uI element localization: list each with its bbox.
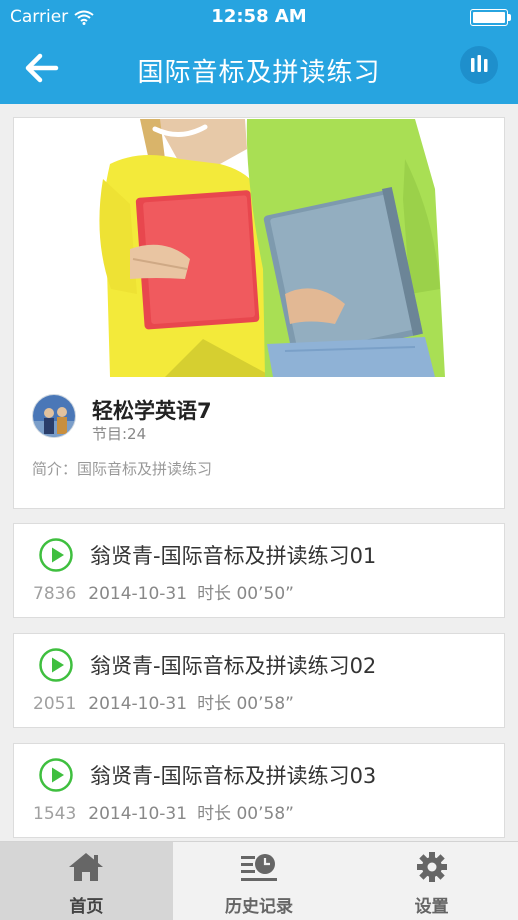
tab-history[interactable]: 历史记录: [173, 842, 346, 920]
album-avatar: [32, 394, 76, 438]
gear-icon: [416, 852, 447, 882]
page-title: 国际音标及拼读练习: [137, 58, 381, 88]
episode-date: 2014-10-31: [88, 584, 188, 604]
episode-title: 翁贤青-国际音标及拼读练习02: [90, 654, 377, 678]
episode-duration: 时长 00’58”: [197, 694, 294, 714]
episode-duration: 时长 00’50”: [197, 584, 294, 604]
tab-label: 设置: [414, 897, 449, 917]
episode-item-1[interactable]: 翁贤青-国际音标及拼读练习01 7836 2014-10-31 时长 00’50”: [13, 523, 505, 618]
play-icon[interactable]: [39, 538, 73, 572]
playing-stats-button[interactable]: [460, 46, 498, 84]
play-icon[interactable]: [39, 648, 73, 682]
episode-item-2[interactable]: 翁贤青-国际音标及拼读练习02 2051 2014-10-31 时长 00’58”: [13, 633, 505, 728]
home-icon: [69, 853, 104, 881]
episode-meta: 2051 2014-10-31 时长 00’58”: [33, 689, 304, 714]
equalizer-icon: [471, 55, 488, 72]
battery-icon: [470, 9, 511, 26]
play-count: 2051: [33, 694, 77, 714]
album-title: 轻松学英语7: [92, 399, 212, 423]
episode-date: 2014-10-31: [88, 694, 188, 714]
episode-meta: 7836 2014-10-31 时长 00’50”: [33, 579, 304, 604]
episode-title: 翁贤青-国际音标及拼读练习01: [90, 544, 377, 568]
tab-home[interactable]: 首页: [0, 842, 173, 920]
episode-date: 2014-10-31: [88, 804, 188, 824]
play-count: 1543: [33, 804, 77, 824]
episode-meta: 1543 2014-10-31 时长 00’58”: [33, 799, 304, 824]
tab-bar: 首页 历史记录 设置: [0, 841, 518, 920]
episode-item-3[interactable]: 翁贤青-国际音标及拼读练习03 1543 2014-10-31 时长 00’58”: [13, 743, 505, 838]
nav-bar: 国际音标及拼读练习: [0, 34, 518, 104]
history-icon: [241, 854, 277, 881]
play-count: 7836: [33, 584, 77, 604]
album-card[interactable]: 轻松学英语7 节目:24 简介：国际音标及拼读练习: [13, 117, 505, 509]
episode-count: 节目:24: [92, 425, 147, 443]
episode-duration: 时长 00’58”: [197, 804, 294, 824]
top-bar: Carrier 12:58 AM 国际音标及拼读练习: [0, 0, 518, 104]
album-cover-image: [15, 119, 503, 377]
album-intro: 简介：国际音标及拼读练习: [32, 460, 213, 478]
clock: 12:58 AM: [211, 6, 307, 27]
tab-settings[interactable]: 设置: [345, 842, 518, 920]
play-icon[interactable]: [39, 758, 73, 792]
tab-label: 首页: [69, 897, 104, 917]
status-bar: Carrier 12:58 AM: [0, 0, 518, 34]
episode-title: 翁贤青-国际音标及拼读练习03: [90, 764, 377, 788]
tab-label: 历史记录: [225, 897, 293, 917]
